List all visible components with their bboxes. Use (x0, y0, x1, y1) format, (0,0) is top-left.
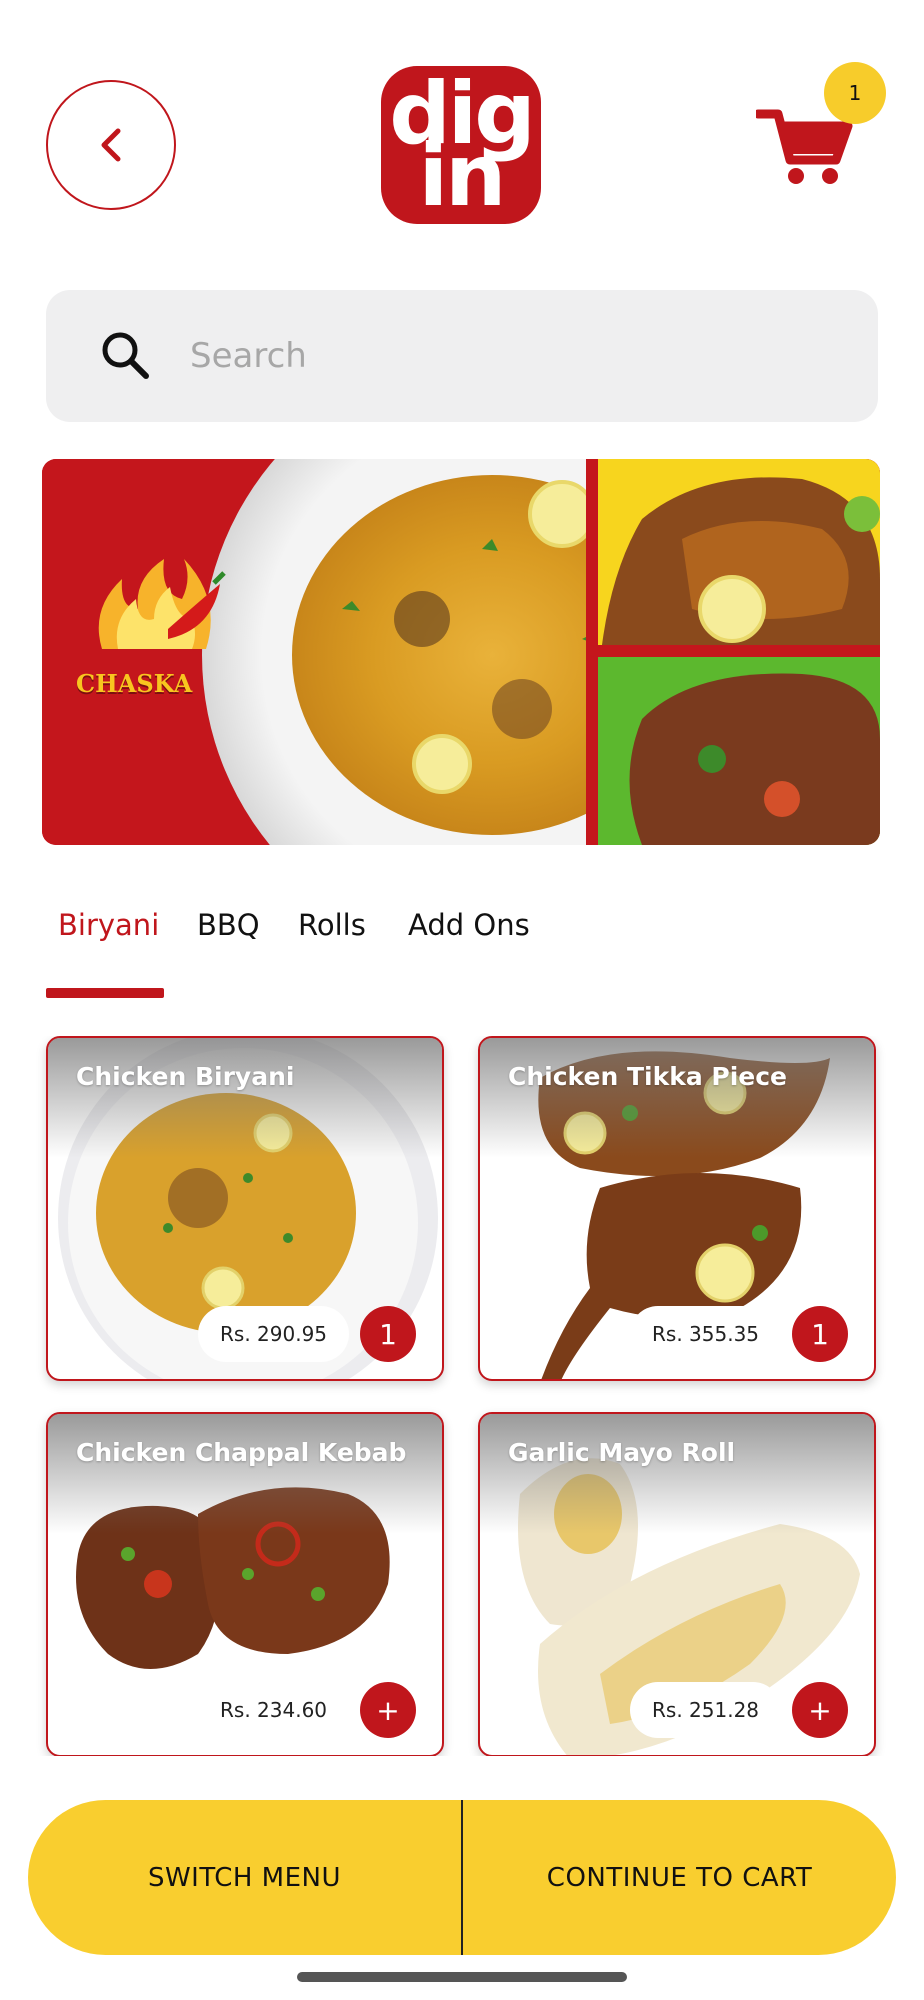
home-indicator[interactable] (297, 1972, 627, 1982)
search-bar[interactable] (46, 290, 878, 422)
card-title-shade (480, 1414, 874, 1534)
add-to-cart-button[interactable]: + (792, 1682, 848, 1738)
tab-bbq[interactable]: BBQ (197, 908, 260, 942)
chevron-left-icon (101, 128, 121, 162)
product-name: Chicken Chappal Kebab (76, 1438, 407, 1467)
search-icon (102, 332, 149, 379)
product-price: Rs. 290.95 (198, 1306, 350, 1362)
tab-add-ons[interactable]: Add Ons (408, 908, 530, 942)
active-tab-indicator (46, 988, 164, 998)
product-name: Garlic Mayo Roll (508, 1438, 736, 1467)
logo-text: dig in (389, 71, 536, 219)
product-grid: Chicken Biryani Rs. 290.95 1 Chicken Tik… (0, 1036, 924, 1756)
product-price: Rs. 355.35 (630, 1306, 782, 1362)
product-card-chicken-biryani[interactable]: Chicken Biryani Rs. 290.95 1 (46, 1036, 444, 1381)
tab-biryani[interactable]: Biryani (58, 908, 159, 942)
promo-banner[interactable]: CHASKA (42, 459, 880, 845)
back-button[interactable] (46, 80, 176, 210)
banner-brand-text: CHASKA (76, 669, 193, 698)
product-name: Chicken Biryani (76, 1062, 295, 1091)
quantity-button[interactable]: 1 (792, 1306, 848, 1362)
product-price: Rs. 234.60 (220, 1698, 328, 1722)
switch-menu-button[interactable]: SWITCH MENU (28, 1800, 461, 1955)
tab-rolls[interactable]: Rolls (298, 908, 366, 942)
card-title-shade (48, 1414, 442, 1534)
product-name: Chicken Tikka Piece (508, 1062, 788, 1091)
bottom-action-bar: SWITCH MENU CONTINUE TO CART (28, 1800, 896, 1955)
continue-to-cart-button[interactable]: CONTINUE TO CART (463, 1800, 896, 1955)
product-card-garlic-mayo-roll[interactable]: Garlic Mayo Roll Rs. 251.28 + (478, 1412, 876, 1756)
cart-count-badge: 1 (824, 62, 886, 124)
product-card-chicken-chappal-kebab[interactable]: Chicken Chappal Kebab Rs. 234.60 + (46, 1412, 444, 1756)
banner-artwork (42, 459, 880, 845)
product-price: Rs. 251.28 (630, 1682, 782, 1738)
product-card-chicken-tikka-piece[interactable]: Chicken Tikka Piece Rs. 355.35 1 (478, 1036, 876, 1381)
search-input[interactable] (188, 335, 788, 377)
add-to-cart-button[interactable]: + (360, 1682, 416, 1738)
card-title-shade (48, 1038, 442, 1158)
quantity-button[interactable]: 1 (360, 1306, 416, 1362)
app-logo: dig in (381, 66, 541, 224)
category-tabs: Biryani BBQ Rolls Add Ons (0, 898, 924, 1008)
card-title-shade (480, 1038, 874, 1158)
